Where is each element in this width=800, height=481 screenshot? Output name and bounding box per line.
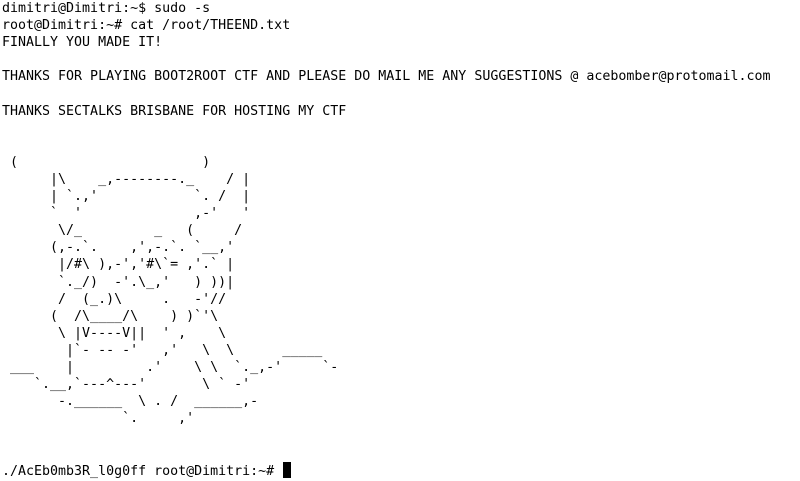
ascii-art-line: (,-.`. ,',-.`. `__,' <box>2 240 235 256</box>
ascii-art-line: \ |V----V|| ' , \ <box>2 325 227 341</box>
prompt-text: ./AcEb0mb3R_l0g0ff root@Dimitri:~# <box>2 463 283 479</box>
ascii-art-line: |/#\ ),-','#\`= ,'.` | <box>2 257 235 273</box>
ascii-art-line: ( /\____/\ ) )`'\ <box>2 308 219 324</box>
ascii-art-line: \/_ _ ( / <box>2 223 243 239</box>
cursor-block <box>283 461 292 478</box>
terminal-line: dimitri@Dimitri:~$ sudo -s <box>2 1 211 16</box>
ascii-art-line: -.______ \ . / ______,- <box>2 394 259 410</box>
ascii-art-line: ___ | .' \ \ `._,-' `- <box>2 359 339 375</box>
terminal-line: THANKS FOR PLAYING BOOT2ROOT CTF AND PLE… <box>2 69 771 85</box>
terminal-line: FINALLY YOU MADE IT! <box>2 35 163 51</box>
ascii-art-line: |\ _,--------._ / | <box>2 171 251 187</box>
ascii-art-line: / (_.)\ . -'// <box>2 291 227 307</box>
terminal-line: root@Dimitri:~# cat /root/THEEND.txt <box>2 18 291 34</box>
ascii-art-line: ` ' ,-' ' <box>2 206 251 222</box>
ascii-art-line: `. ,' <box>2 411 195 427</box>
ascii-art-line: `.__,`---^---' \ ` -' <box>2 377 251 393</box>
terminal-line: THANKS SECTALKS BRISBANE FOR HOSTING MY … <box>2 103 347 119</box>
ascii-art-line: `._/) -'.\_,' ) ))| <box>2 274 235 290</box>
ascii-art-line: |`- -- -' ,' \ \ _____ <box>2 342 323 358</box>
terminal-window[interactable]: dimitri@Dimitri:~$ sudo -s root@Dimitri:… <box>2 0 798 481</box>
prompt-line[interactable]: ./AcEb0mb3R_l0g0ff root@Dimitri:~# <box>2 461 798 479</box>
ascii-art-line: ( ) <box>2 154 211 170</box>
ascii-art-line: | `.,' `. / | <box>2 189 251 205</box>
